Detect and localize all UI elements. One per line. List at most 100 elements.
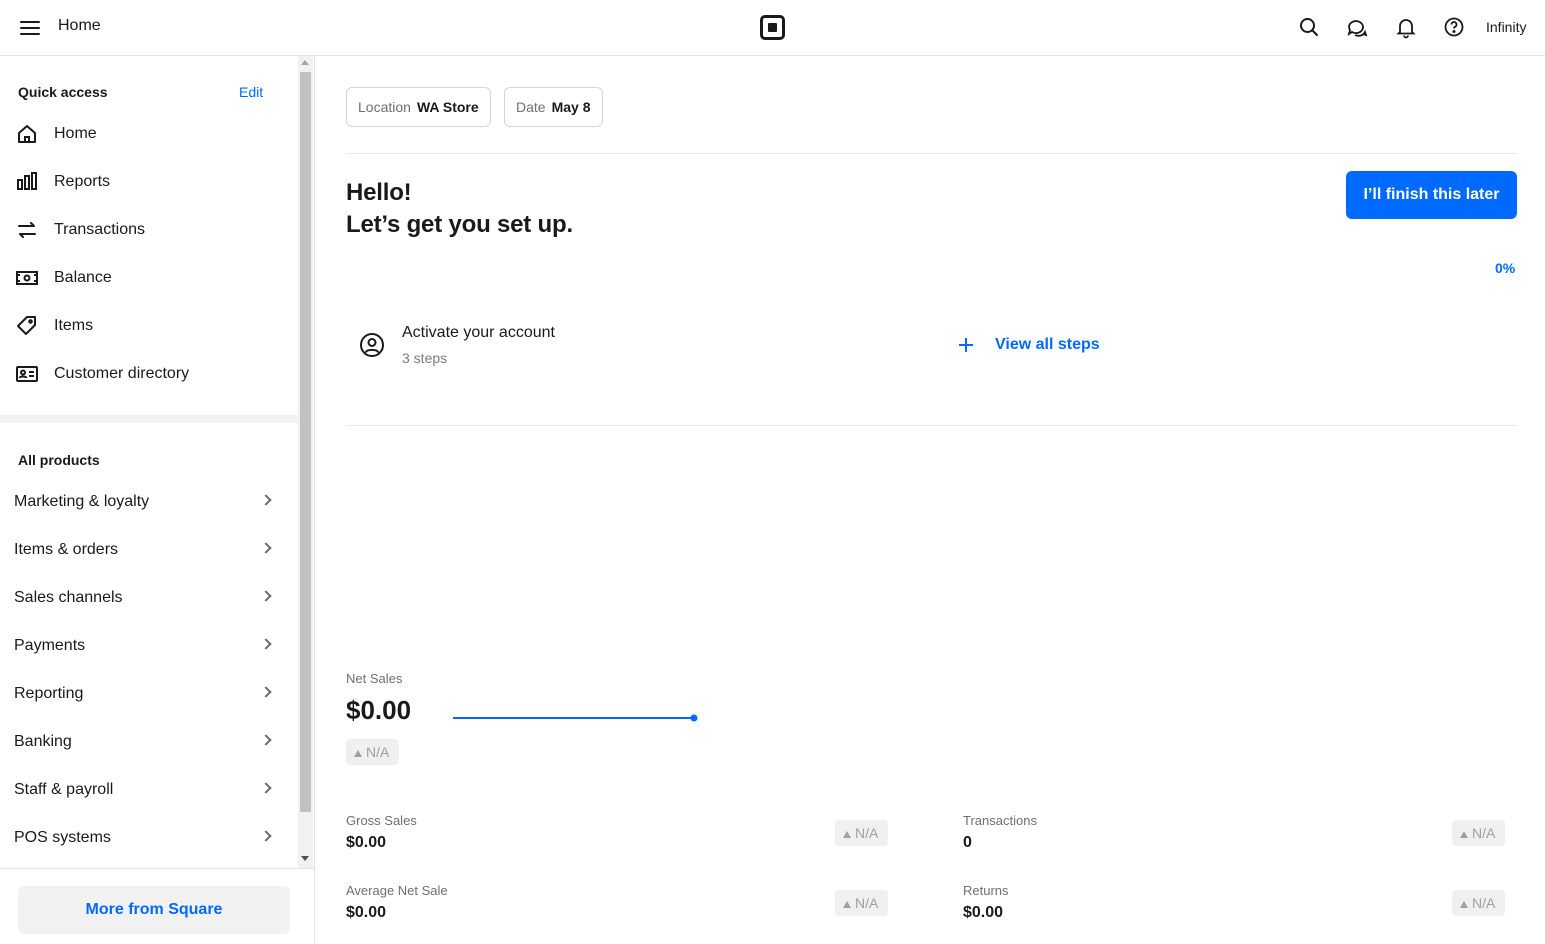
- transactions-label: Transactions: [963, 813, 1037, 828]
- gross-sales-value: $0.00: [346, 834, 387, 851]
- hello-text: Hello!: [346, 179, 412, 206]
- square-logo[interactable]: [760, 15, 785, 40]
- quick-access-title: Quick access: [18, 84, 108, 100]
- transactions-change-badge: N/A: [1452, 820, 1506, 846]
- location-filter-value: WA Store: [416, 99, 479, 115]
- sidebar-item-label: Items: [54, 317, 94, 334]
- chevron-right-icon: [260, 638, 272, 650]
- date-filter[interactable]: Date May 8: [504, 87, 603, 127]
- chevron-right-icon: [260, 782, 272, 794]
- location-filter-key: Location: [358, 99, 411, 115]
- sidebar-product-label: Items & orders: [14, 541, 119, 558]
- sidebar-item-balance[interactable]: Balance: [0, 258, 296, 298]
- sidebar-item-items[interactable]: Items: [0, 306, 296, 346]
- sidebar-item-label: Home: [54, 125, 97, 142]
- tag-icon: [17, 316, 36, 335]
- average-net-sale-change-badge: N/A: [835, 890, 889, 916]
- sidebar-product-label: POS systems: [14, 829, 111, 846]
- gross-sales-label: Gross Sales: [346, 813, 417, 828]
- sidebar: Quick access Edit Home Reports Transacti…: [0, 56, 315, 944]
- sidebar-product-payments[interactable]: Payments: [0, 626, 296, 666]
- returns-change-badge: N/A: [1452, 890, 1506, 916]
- chevron-right-icon: [260, 830, 272, 842]
- sidebar-product-label: Reporting: [14, 685, 84, 702]
- sidebar-item-home[interactable]: Home: [0, 114, 296, 154]
- sidebar-product-label: Payments: [14, 637, 86, 654]
- scroll-down-icon[interactable]: [301, 856, 309, 861]
- triangle-up-icon: [843, 831, 851, 838]
- net-sales-sparkline: [453, 714, 698, 722]
- net-sales-value: $0.00: [346, 695, 412, 725]
- more-from-square-button[interactable]: More from Square: [18, 886, 290, 934]
- setup-subtitle: Let’s get you set up.: [346, 211, 573, 238]
- top-bar: Home Infinity: [0, 0, 1545, 56]
- sidebar-product-sales-channels[interactable]: Sales channels: [0, 578, 296, 618]
- sidebar-product-items-orders[interactable]: Items & orders: [0, 530, 296, 570]
- chevron-right-icon: [260, 734, 272, 746]
- bell-icon[interactable]: [1394, 15, 1418, 39]
- sidebar-product-reporting[interactable]: Reporting: [0, 674, 296, 714]
- plus-icon: [955, 333, 977, 357]
- sidebar-product-pos-systems[interactable]: POS systems: [0, 818, 296, 858]
- sidebar-footer: More from Square: [0, 868, 314, 944]
- average-net-sale-value: $0.00: [346, 904, 387, 921]
- sidebar-product-label: Marketing & loyalty: [14, 493, 150, 510]
- messages-icon[interactable]: [1345, 15, 1369, 39]
- triangle-up-icon: [843, 901, 851, 908]
- sidebar-item-customer-directory[interactable]: Customer directory: [0, 354, 296, 394]
- returns-value: $0.00: [963, 904, 1004, 921]
- search-icon[interactable]: [1297, 15, 1321, 39]
- triangle-up-icon: [1460, 901, 1468, 908]
- returns-label: Returns: [963, 883, 1009, 898]
- net-sales-change-badge: N/A: [346, 739, 400, 765]
- help-icon[interactable]: [1442, 15, 1466, 39]
- net-sales-change-text: N/A: [366, 744, 390, 760]
- sidebar-item-label: Transactions: [54, 221, 145, 238]
- sidebar-product-label: Banking: [14, 733, 72, 750]
- user-circle-icon: [360, 333, 384, 357]
- sidebar-scrollbar-thumb[interactable]: [300, 72, 311, 812]
- cash-icon: [16, 271, 38, 285]
- page-title: Home: [58, 17, 101, 34]
- arrows-swap-icon: [18, 222, 36, 238]
- sidebar-item-transactions[interactable]: Transactions: [0, 210, 296, 250]
- sidebar-item-reports[interactable]: Reports: [0, 162, 296, 202]
- setup-progress: 0%: [1495, 260, 1516, 276]
- returns-change-text: N/A: [1472, 895, 1496, 911]
- transactions-change-text: N/A: [1472, 825, 1496, 841]
- average-net-sale-label: Average Net Sale: [346, 883, 448, 898]
- sidebar-product-marketing-loyalty[interactable]: Marketing & loyalty: [0, 482, 296, 522]
- account-name[interactable]: Infinity: [1486, 19, 1526, 35]
- sidebar-product-label: Staff & payroll: [14, 781, 114, 798]
- chevron-right-icon: [260, 494, 272, 506]
- triangle-up-icon: [1460, 831, 1468, 838]
- contact-card-icon: [16, 366, 38, 382]
- gross-sales-change-text: N/A: [855, 825, 879, 841]
- bar-chart-icon: [17, 172, 37, 190]
- net-sales-label: Net Sales: [346, 671, 403, 686]
- scroll-up-icon[interactable]: [301, 60, 309, 65]
- divider: [346, 153, 1517, 154]
- gross-sales-change-badge: N/A: [835, 820, 889, 846]
- sidebar-product-banking[interactable]: Banking: [0, 722, 296, 762]
- average-net-sale-change-text: N/A: [855, 895, 879, 911]
- edit-quick-access-link[interactable]: Edit: [239, 84, 263, 100]
- chevron-right-icon: [260, 686, 272, 698]
- sidebar-item-label: Reports: [54, 173, 111, 190]
- sidebar-item-label: Balance: [54, 269, 112, 286]
- transactions-value: 0: [963, 834, 972, 851]
- home-icon: [18, 125, 36, 143]
- triangle-up-icon: [354, 750, 362, 757]
- sidebar-item-label: Customer directory: [54, 365, 190, 382]
- date-filter-value: May 8: [551, 99, 591, 115]
- sidebar-product-label: Sales channels: [14, 589, 123, 606]
- chevron-right-icon: [260, 590, 272, 602]
- location-filter[interactable]: Location WA Store: [346, 87, 491, 127]
- sidebar-product-staff-payroll[interactable]: Staff & payroll: [0, 770, 296, 810]
- divider: [346, 425, 1517, 426]
- step-title[interactable]: Activate your account: [402, 324, 555, 342]
- all-products-title: All products: [18, 452, 100, 468]
- section-divider: [0, 415, 298, 423]
- menu-icon[interactable]: [18, 16, 42, 40]
- finish-later-button[interactable]: I’ll finish this later: [1346, 171, 1517, 219]
